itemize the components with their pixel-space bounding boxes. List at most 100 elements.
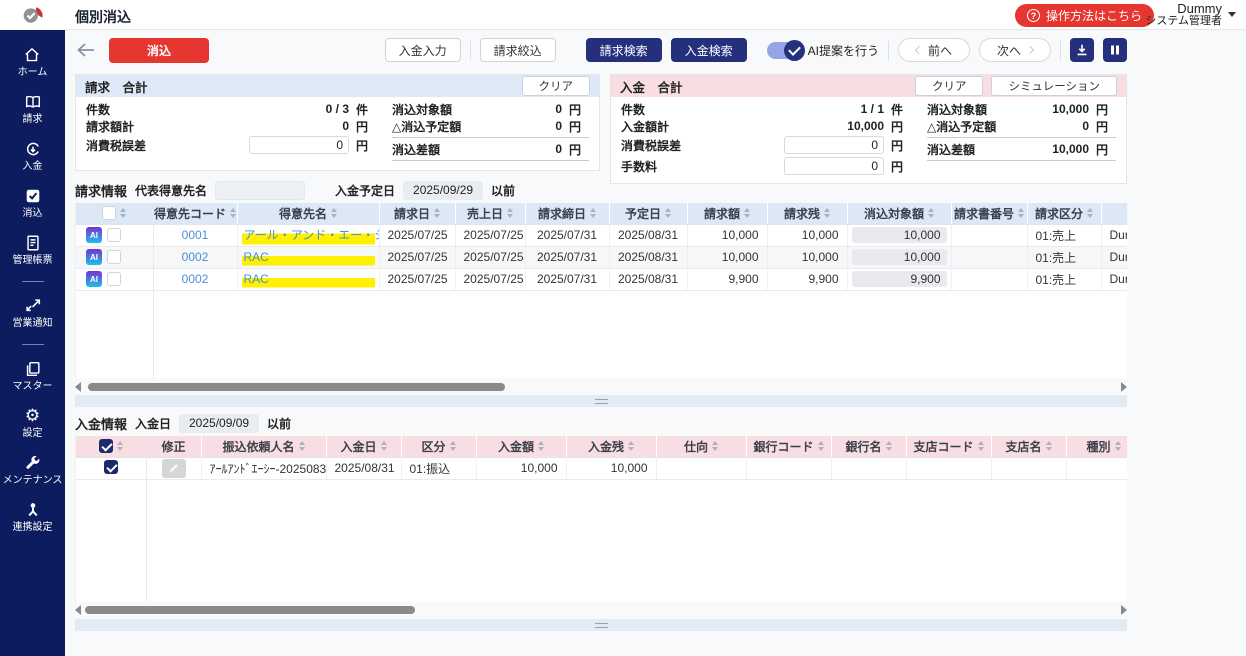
col-payment-remaining[interactable]: 入金残 [566,436,657,458]
col-reconcile-target[interactable]: 消込対象額 [847,203,952,225]
prev-button[interactable]: 前へ [898,38,970,62]
reconcile-button[interactable]: 消込 [109,37,209,63]
payment-date-field[interactable]: 2025/09/09 [179,413,260,433]
col-destination[interactable]: 仕向 [656,436,747,458]
billing-resize-handle[interactable] [75,395,1127,407]
payment-resize-handle[interactable] [75,619,1127,631]
customer-code-link[interactable]: 0002 [182,250,209,264]
col-bank-name[interactable]: 銀行名 [831,436,907,458]
col-branch-code[interactable]: 支店コード [906,436,992,458]
col-closing-date[interactable]: 請求締日 [525,203,610,225]
scroll-left-icon[interactable] [75,382,81,392]
row-checkbox[interactable] [107,272,121,286]
sidebar-item-reports[interactable]: 管理帳票 [13,234,53,266]
payment-fee-input[interactable] [784,157,884,175]
next-button[interactable]: 次へ [979,38,1051,62]
sidebar-item-reconcile[interactable]: 消込 [23,187,43,219]
col-type[interactable]: 種別 [1066,436,1127,458]
scrollbar-thumb[interactable] [88,383,505,391]
col-bill-amount[interactable]: 請求額 [687,203,768,225]
billing-filter-button[interactable]: 請求絞込 [479,38,556,62]
col-bill-date[interactable]: 請求日 [379,203,456,225]
col-category[interactable]: 区分 [401,436,477,458]
reconcile-target-field[interactable]: 9,900 [851,271,947,287]
col-bank-code[interactable]: 銀行コード [746,436,832,458]
billing-search-button[interactable]: 請求検索 [585,38,662,62]
sidebar-item-master[interactable]: マスター [13,360,53,392]
sidebar-item-label: ホーム [17,67,48,78]
col-customer-name[interactable]: 得意先名 [237,203,380,225]
col-customer-code[interactable]: 得意先コード [153,203,238,225]
sort-icon [712,441,718,452]
payment-select-all-checkbox[interactable] [98,439,113,454]
user-menu[interactable]: Dummy システム管理者 [1145,2,1222,28]
col-branch-name[interactable]: 支店名 [991,436,1067,458]
customer-name-link[interactable]: アール・アンド・エー・シー [241,225,378,245]
sidebar-item-integration[interactable]: 連携設定 [13,501,53,533]
sidebar-item-home[interactable]: ホーム [17,46,48,78]
billing-diff-row: 消込差額 0 円 [392,142,582,157]
next-button-label: 次へ [996,43,1021,58]
col-due-date[interactable]: 予定日 [609,203,688,225]
col-bill-category[interactable]: 請求区分 [1027,203,1102,225]
col-invoice-no[interactable]: 請求書番号 [951,203,1028,225]
billing-hscrollbar[interactable] [75,381,1127,393]
col-bill-remaining[interactable]: 請求残 [767,203,848,225]
scroll-left-icon[interactable] [75,605,81,615]
due-date-field[interactable]: 2025/09/29 [403,180,484,200]
closing-date-cell: 2025/07/31 [525,268,610,291]
payment-input-button[interactable]: 入金入力 [384,38,461,62]
col-payer-name[interactable]: 振込依頼人名 [201,436,327,458]
reconcile-target-field[interactable]: 10,000 [851,227,947,243]
download-button[interactable] [1070,38,1094,62]
billing-tax-error-row: 消費税誤差 円 [86,135,376,155]
billing-count-value: 0 / 3 [325,102,349,116]
scroll-right-icon[interactable] [1121,605,1127,615]
billing-select-all-checkbox[interactable] [102,206,117,221]
edit-button[interactable] [161,458,186,478]
sidebar-nav: ホーム 請求 入金 消込 管理帳票 営業通知 マスター ⚙ 設定 メンテナンス … [0,30,65,548]
billing-clear-button[interactable]: クリア [521,76,590,96]
billing-header-row: 得意先コード 得意先名 請求日 売上日 請求締日 予定日 請求額 請求残 消込対… [76,203,1127,225]
customer-name-link[interactable]: RAC [241,248,375,266]
bill-date-cell: 2025/07/25 [379,268,456,291]
rep-customer-input[interactable] [215,180,306,200]
sidebar-item-settings[interactable]: ⚙ 設定 [23,407,43,439]
reconcile-target-field[interactable]: 10,000 [851,249,947,265]
col-payment-amount[interactable]: 入金額 [476,436,567,458]
ai-suggestion-toggle[interactable]: AI提案を行う [766,39,879,61]
scroll-right-icon[interactable] [1121,382,1127,392]
customer-code-link[interactable]: 0002 [182,272,209,286]
sidebar-item-payment[interactable]: 入金 [23,140,43,172]
sidebar-item-maintenance[interactable]: メンテナンス [3,454,62,486]
row-checkbox[interactable] [107,250,121,264]
payment-hscrollbar[interactable] [75,604,1127,616]
billing-tax-error-input[interactable] [249,136,349,154]
sort-icon[interactable] [116,441,123,452]
payment-tax-error-input[interactable] [784,136,884,154]
payment-table: 修正 振込依頼人名 入金日 区分 入金額 入金残 仕向 銀行コード 銀行名 支店… [75,436,1127,602]
payment-clear-button[interactable]: クリア [914,76,984,96]
customer-code-link[interactable]: 0001 [182,228,209,242]
sidebar-divider [21,344,44,345]
customer-name-link[interactable]: RAC [241,270,375,288]
pause-button[interactable] [1103,38,1127,62]
sort-icon[interactable] [120,208,127,219]
payment-search-button[interactable]: 入金検索 [670,38,747,62]
sidebar-item-sales-notice[interactable]: 営業通知 [13,297,53,329]
scrollbar-thumb[interactable] [85,606,415,614]
col-sales-date[interactable]: 売上日 [455,203,526,225]
simulation-button[interactable]: シミュレーション [991,76,1117,96]
help-button[interactable]: ? 操作方法はこちら [1014,4,1154,27]
col-payment-date[interactable]: 入金日 [326,436,402,458]
app-logo[interactable] [0,0,65,30]
question-icon: ? [1026,9,1040,22]
bill-amount-cell: 10,000 [687,224,768,247]
row-checkbox[interactable] [103,459,118,474]
col-edit: 修正 [146,436,202,458]
divider [392,137,589,138]
sort-icon [744,208,750,219]
sidebar-item-billing[interactable]: 請求 [23,93,43,125]
back-arrow-button[interactable] [75,39,97,61]
row-checkbox[interactable] [107,228,121,242]
